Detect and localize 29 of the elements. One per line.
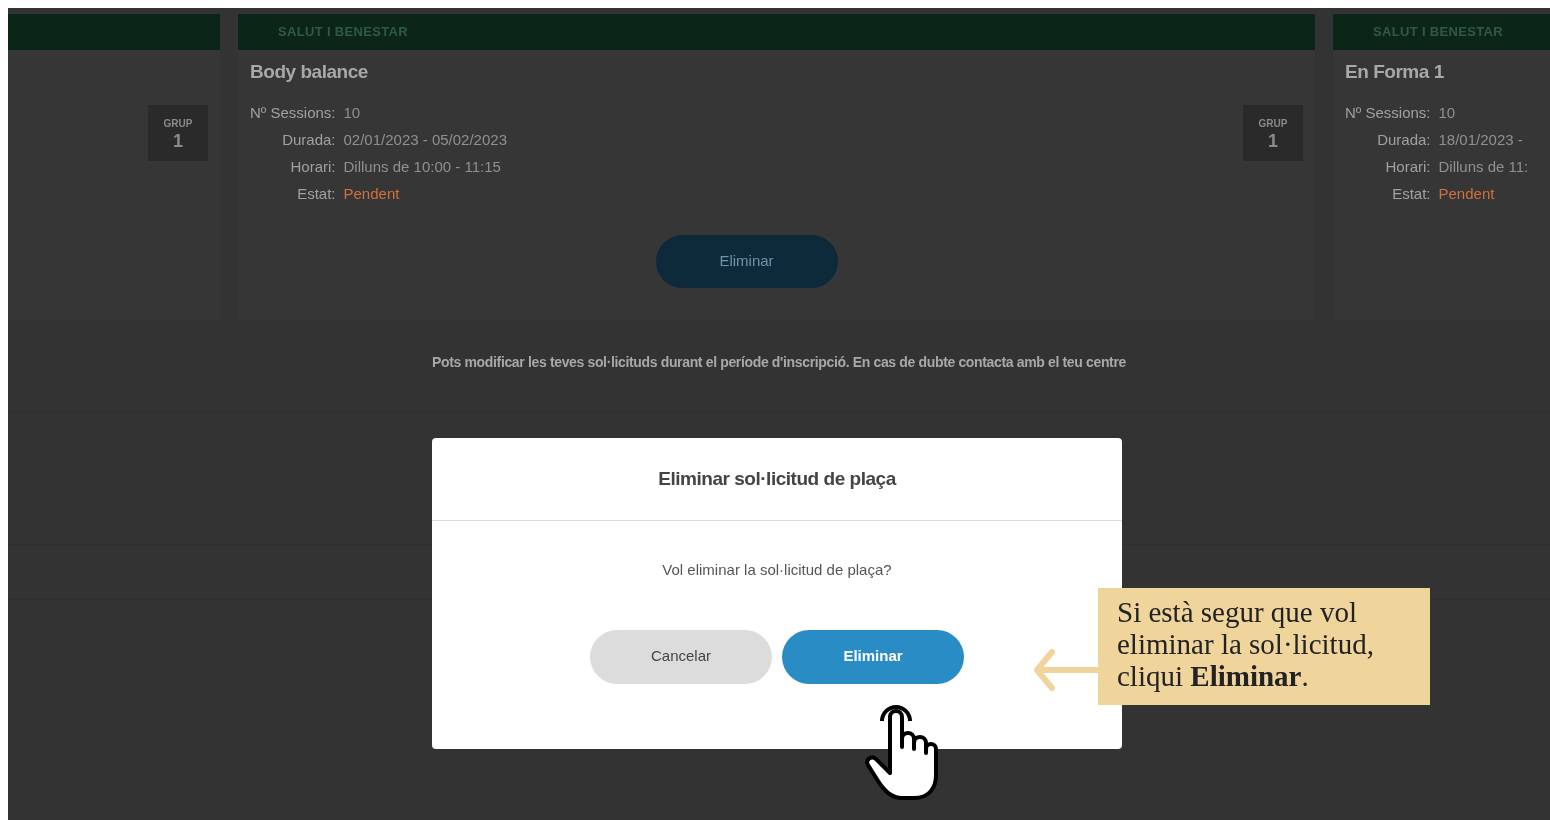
delete-button[interactable]: Eliminar (782, 629, 964, 684)
field-label: Horari: (289, 156, 336, 177)
field-value: Dilluns de 10:00 - 11:15 (343, 156, 502, 177)
modal-title: Eliminar sol·licitud de plaça (658, 466, 896, 491)
field-label: Estat: (296, 183, 336, 204)
status-value: Pendent (1438, 183, 1496, 204)
delete-button[interactable]: Eliminar (655, 234, 838, 288)
field-value: 18/01/2023 - (1438, 129, 1524, 150)
course-title: En Forma 1 (1345, 60, 1445, 84)
field-label: Nº Sessions: (250, 102, 336, 123)
group-number: 1 (173, 130, 183, 151)
course-title: Body balance (250, 60, 369, 84)
field-value: Dilluns de 11: (1438, 156, 1530, 177)
notice-text: Pots modificar les teves sol·licituds durant el període d'inscripció. En cas de dubte contacta amb el teu centre (432, 353, 1126, 372)
field-label: Durada: (1376, 129, 1431, 150)
cancel-button[interactable]: Cancelar (590, 629, 772, 684)
field-label: Durada: (281, 129, 336, 150)
field-label: Horari: (1384, 156, 1431, 177)
field-value: 02/01/2023 - 05/02/2023 (343, 129, 508, 150)
status-value: Pendent (343, 183, 401, 204)
group-label: GRUP (163, 116, 193, 131)
field-value: 10 (343, 102, 362, 123)
callout-text: Si està segur que vol eliminar la sol·licitud, cliqui Eliminar. (1117, 596, 1375, 692)
field-label: Estat: (1391, 183, 1431, 204)
field-label: Nº Sessions: (1345, 102, 1431, 123)
modal-message: Vol eliminar la sol·licitud de plaça? (662, 560, 892, 580)
group-number: 1 (1268, 130, 1278, 151)
field-value: 10 (1438, 102, 1457, 123)
group-label: GRUP (1258, 116, 1288, 131)
